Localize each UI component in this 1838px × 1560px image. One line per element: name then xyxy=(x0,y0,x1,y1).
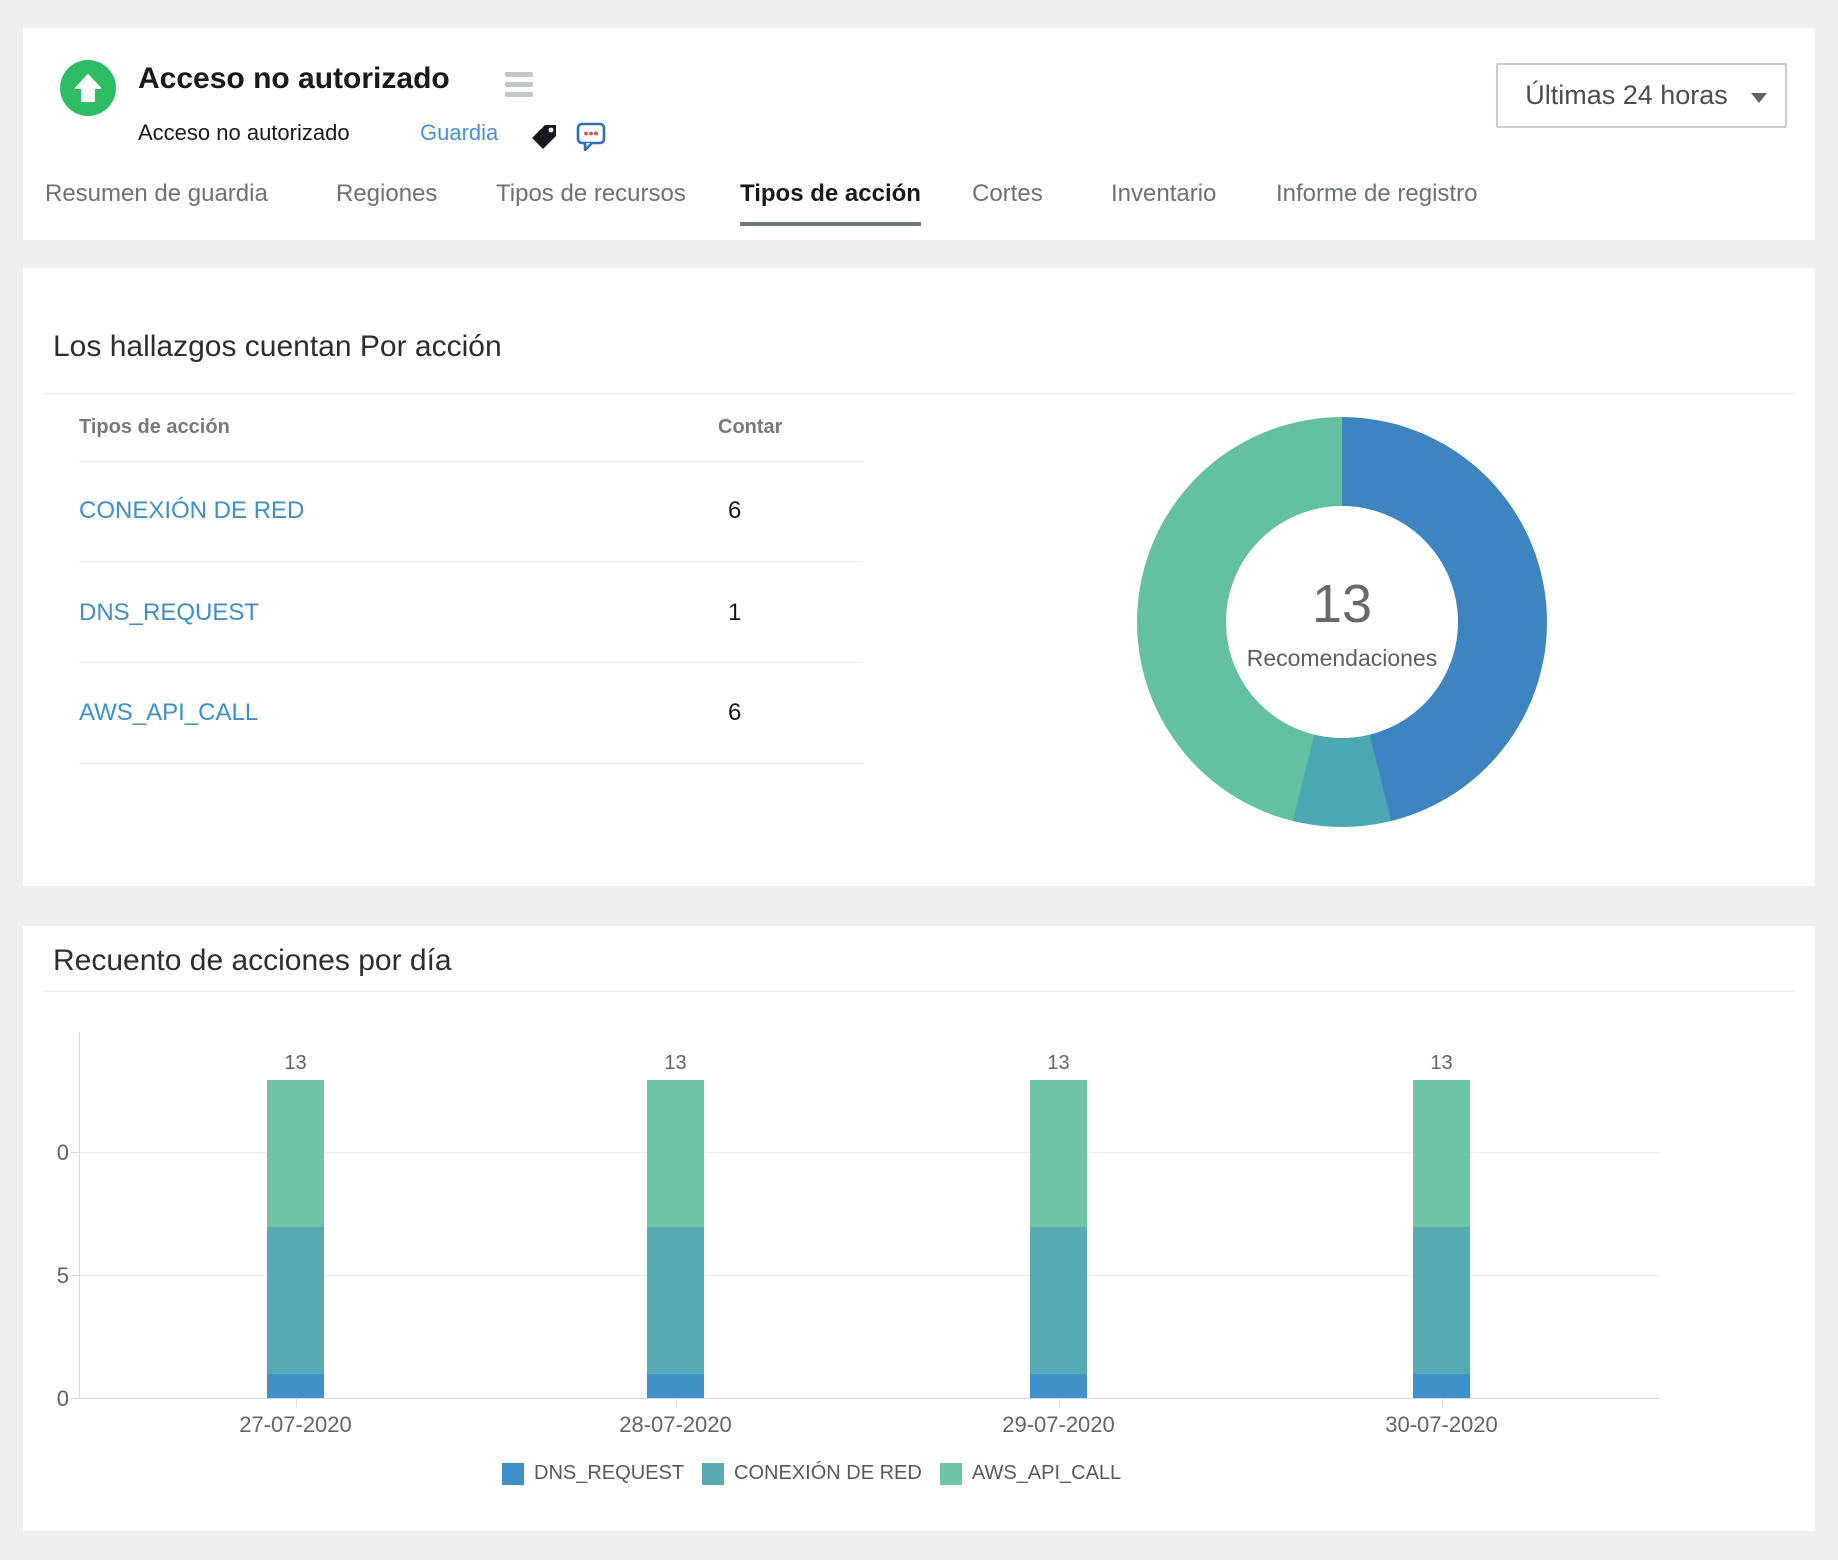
x-axis-label: 27-07-2020 xyxy=(196,1412,396,1438)
bar-total-label: 13 xyxy=(236,1052,356,1075)
table-divider xyxy=(79,662,863,663)
tab-cortes[interactable]: Cortes xyxy=(972,180,1043,222)
tab-resumen-de-guardia[interactable]: Resumen de guardia xyxy=(45,180,268,222)
up-arrow-glyph xyxy=(71,71,105,105)
y-tick xyxy=(71,1398,79,1399)
tab-tipos-de-accion[interactable]: Tipos de acción xyxy=(740,180,921,226)
legend-swatch xyxy=(940,1463,962,1485)
y-tick xyxy=(71,1152,79,1153)
findings-section-title: Los hallazgos cuentan Por acción xyxy=(53,330,502,364)
chart-legend: DNS_REQUEST CONEXIÓN DE RED AWS_API_CALL xyxy=(502,1462,1121,1485)
x-tick xyxy=(1059,1399,1060,1407)
guardia-link[interactable]: Guardia xyxy=(420,120,498,146)
x-tick xyxy=(676,1399,677,1407)
table-row-count: 6 xyxy=(728,497,741,525)
donut-total-value: 13 xyxy=(1312,573,1372,635)
time-range-dropdown[interactable]: Últimas 24 horas xyxy=(1496,63,1787,128)
legend-swatch xyxy=(702,1463,724,1485)
time-range-value: Últimas 24 horas xyxy=(1525,80,1728,111)
table-row-link-dns-request[interactable]: DNS_REQUEST xyxy=(79,599,259,627)
tab-informe-de-registro[interactable]: Informe de registro xyxy=(1276,180,1477,222)
x-axis-line xyxy=(80,1398,1660,1399)
bar-segment-DNS_REQUEST xyxy=(1413,1374,1470,1399)
bar-28-07-2020[interactable] xyxy=(647,1080,704,1399)
page-title: Acceso no autorizado xyxy=(138,62,450,96)
table-header-count: Contar xyxy=(718,416,782,439)
bar-segment-CONEXIÓN DE RED xyxy=(1030,1227,1087,1374)
severity-up-arrow-icon xyxy=(60,60,116,116)
stacked-bar-chart: 0 5 0 13 27-07-2020 13 28-07-2020 13 29-07-20… xyxy=(23,926,1815,1531)
y-tick-label: 5 xyxy=(29,1263,69,1289)
x-axis-label: 28-07-2020 xyxy=(576,1412,776,1438)
bar-segment-CONEXIÓN DE RED xyxy=(1413,1227,1470,1374)
x-tick xyxy=(296,1399,297,1407)
tab-regiones[interactable]: Regiones xyxy=(336,180,437,222)
y-tick-label: 0 xyxy=(29,1386,69,1412)
table-row-count: 1 xyxy=(728,599,741,627)
bar-segment-DNS_REQUEST xyxy=(267,1374,324,1399)
tab-tipos-de-recursos[interactable]: Tipos de recursos xyxy=(496,180,686,222)
legend-item-AWS_API_CALL[interactable]: AWS_API_CALL xyxy=(940,1462,1121,1485)
y-tick xyxy=(71,1275,79,1276)
section-divider xyxy=(43,393,1795,394)
y-axis-line xyxy=(79,1032,80,1399)
bar-segment-AWS_API_CALL xyxy=(1030,1080,1087,1227)
legend-label: DNS_REQUEST xyxy=(534,1462,684,1485)
tab-inventario[interactable]: Inventario xyxy=(1111,180,1216,222)
bar-total-label: 13 xyxy=(616,1052,736,1075)
table-divider xyxy=(79,461,863,462)
findings-card: Los hallazgos cuentan Por acción Tipos d… xyxy=(23,268,1815,886)
table-divider xyxy=(79,763,863,764)
legend-swatch xyxy=(502,1463,524,1485)
bar-segment-AWS_API_CALL xyxy=(1413,1080,1470,1227)
y-tick-label: 0 xyxy=(29,1140,69,1166)
legend-label: AWS_API_CALL xyxy=(972,1462,1121,1485)
daily-actions-card: Recuento de acciones por día 0 5 0 1327-… xyxy=(23,926,1815,1531)
comment-icon[interactable] xyxy=(576,121,606,151)
x-axis-label: 29-07-2020 xyxy=(959,1412,1159,1438)
table-divider xyxy=(79,561,863,562)
findings-donut-chart[interactable]: 13 Recomendaciones xyxy=(1137,417,1547,827)
bar-segment-DNS_REQUEST xyxy=(1030,1374,1087,1399)
x-axis-label: 30-07-2020 xyxy=(1342,1412,1542,1438)
table-row-count: 6 xyxy=(728,699,741,727)
donut-center: 13 Recomendaciones xyxy=(1226,506,1458,738)
menu-handle-icon[interactable] xyxy=(505,72,533,102)
bar-segment-AWS_API_CALL xyxy=(267,1080,324,1227)
bar-30-07-2020[interactable] xyxy=(1413,1080,1470,1399)
bar-total-label: 13 xyxy=(999,1052,1119,1075)
bar-segment-AWS_API_CALL xyxy=(647,1080,704,1227)
page-subtitle: Acceso no autorizado xyxy=(138,120,350,146)
bar-segment-CONEXIÓN DE RED xyxy=(647,1227,704,1374)
table-row-link-conexion-de-red[interactable]: CONEXIÓN DE RED xyxy=(79,497,304,525)
bar-segment-DNS_REQUEST xyxy=(647,1374,704,1399)
donut-total-label: Recomendaciones xyxy=(1247,645,1438,672)
legend-item-CONEXIÓN DE RED[interactable]: CONEXIÓN DE RED xyxy=(702,1462,922,1485)
chevron-down-icon xyxy=(1751,93,1767,103)
legend-label: CONEXIÓN DE RED xyxy=(734,1462,922,1485)
table-row-link-aws-api-call[interactable]: AWS_API_CALL xyxy=(79,699,258,727)
bar-27-07-2020[interactable] xyxy=(267,1080,324,1399)
x-tick xyxy=(1442,1399,1443,1407)
bar-total-label: 13 xyxy=(1382,1052,1502,1075)
legend-item-DNS_REQUEST[interactable]: DNS_REQUEST xyxy=(502,1462,684,1485)
header-card: Acceso no autorizado Acceso no autorizad… xyxy=(23,28,1815,240)
bar-segment-CONEXIÓN DE RED xyxy=(267,1227,324,1374)
tag-icon[interactable] xyxy=(531,124,557,150)
bar-29-07-2020[interactable] xyxy=(1030,1080,1087,1399)
table-header-type: Tipos de acción xyxy=(79,416,230,439)
